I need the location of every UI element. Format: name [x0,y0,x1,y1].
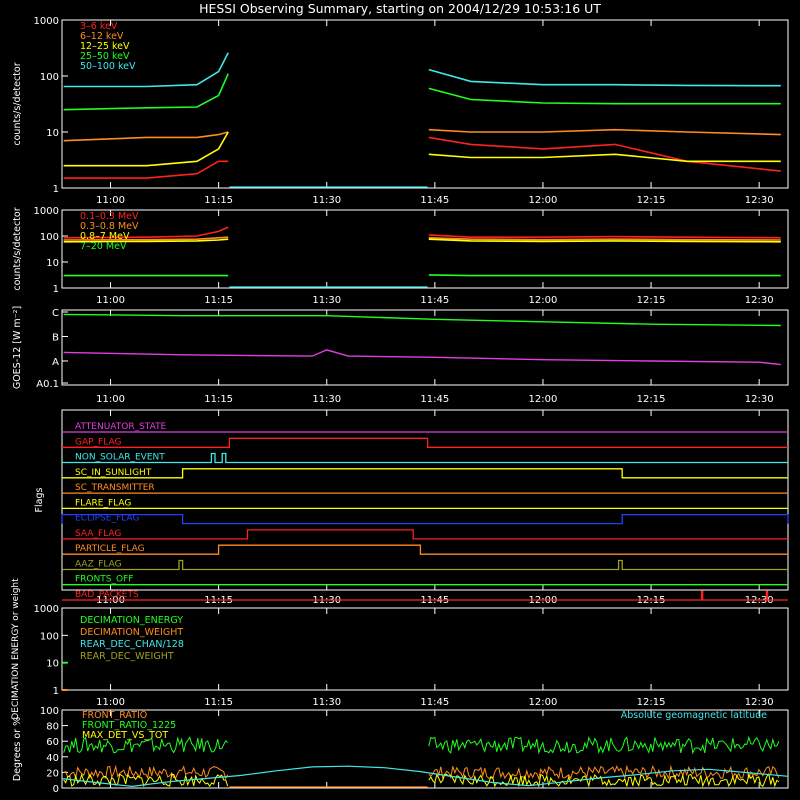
x-tick-label: 12:15 [637,195,666,206]
y-axis-label: Degrees or % [12,717,23,781]
y-tick-label: 0 [53,784,59,795]
flag-line [62,468,788,479]
series-line-1-5 [63,52,781,88]
flag-label: ECLIPSE_FLAG [75,514,139,524]
y-tick-label: 60 [46,737,59,748]
hessi-summary-figure: HESSI Observing Summary, starting on 200… [11,1,789,795]
x-tick-label: 11:15 [204,195,233,206]
x-tick-label: 12:30 [745,697,774,708]
series-line-2-4 [63,274,781,277]
flag-line [61,513,789,525]
x-tick-label: 11:45 [420,697,449,708]
flag-line [62,544,788,555]
x-tick-label: 11:00 [96,697,125,708]
flag-label: SAA_FLAG [75,529,121,539]
y-tick-label: 1000 [34,604,59,615]
y-tick-label: 100 [40,706,59,717]
flag-line [62,529,788,540]
y-tick-label: 1 [53,686,59,697]
y-tick-label: 40 [46,753,59,764]
y-axis-label: GOES-12 [W m⁻²] [12,306,23,389]
y-tick-label: 100 [40,232,59,243]
x-tick-label: 12:15 [637,295,666,306]
x-tick-label: 12:30 [745,295,774,306]
x-tick-label: 12:30 [745,394,774,405]
y-axis-label: DECIMATION ENERGY or weight [11,578,21,720]
legend-entry: DECIMATION_WEIGHT [80,627,183,638]
y-axis-label: Flags [34,487,45,512]
x-tick-label: 11:15 [204,394,233,405]
flag-label: PARTICLE_FLAG [75,544,145,554]
x-tick-label: 11:00 [96,394,125,405]
goes-series-2 [63,349,781,366]
y-tick-label: 1 [53,184,59,195]
y-tick-label: 10 [46,128,59,139]
x-tick-label: 12:00 [529,295,558,306]
flag-line [62,437,788,448]
legend-entry: 7–20 MeV [80,241,127,252]
x-tick-label: 12:00 [529,697,558,708]
flag-label: FLARE_FLAG [75,498,131,508]
x-tick-label: 11:45 [420,295,449,306]
series-line-1-2 [63,128,781,142]
legend-entry: MAX_DET_VS_TOT [82,730,168,741]
y-axis-label: counts/s/detector [12,207,23,290]
y-tick-label: 100 [40,72,59,83]
x-tick-label: 12:15 [637,697,666,708]
x-tick-label: 11:30 [312,394,341,405]
x-tick-label: 11:45 [420,394,449,405]
flag-label: SC_IN_SUNLIGHT [75,468,152,478]
flag-label: ATTENUATOR_STATE [75,422,167,432]
y-tick-label: 80 [46,722,59,733]
y-tick-label: A [52,357,59,368]
x-tick-label: 12:30 [745,195,774,206]
y-tick-label: 1000 [34,206,59,217]
flag-label: BAD_PACKETS [75,590,139,600]
legend-entry: REAR_DEC_CHAN/128 [80,639,184,650]
x-tick-label: 11:00 [96,295,125,306]
x-tick-label: 12:00 [529,394,558,405]
y-tick-label: A0.1 [36,379,59,390]
y-tick-label: 10 [46,659,59,670]
x-tick-label: 12:15 [637,394,666,405]
flag-label: GAP_FLAG [75,437,121,447]
legend-entry: 50–100 keV [80,61,136,72]
goes-series-1 [63,313,781,327]
series-line-2-1 [63,226,781,239]
ratio-series-2 [63,735,780,755]
figure-title: HESSI Observing Summary, starting on 200… [199,1,601,16]
geomag-annotation: Absolute geomagnetic latitude [621,710,767,721]
flag-line [62,452,788,464]
hessi-summary-page: HESSI Observing Summary, starting on 200… [0,0,800,800]
y-tick-label: 1 [53,284,59,295]
flag-label: NON_SOLAR_EVENT [75,453,165,463]
y-tick-label: 1000 [34,16,59,27]
series-line-1-4 [63,73,781,111]
series-line-1-1 [63,136,781,179]
x-tick-label: 11:15 [204,697,233,708]
y-axis-label: counts/s/detector [12,62,23,145]
legend-entry: REAR_DEC_WEIGHT [80,651,174,662]
x-tick-label: 12:00 [529,195,558,206]
x-tick-label: 11:00 [96,195,125,206]
y-tick-label: 10 [46,258,59,269]
x-tick-label: 11:30 [312,295,341,306]
legend-entry: DECIMATION_ENERGY [80,615,183,626]
ratio-series-3 [63,772,780,788]
panel-frame-3 [61,309,789,386]
y-tick-label: B [52,332,59,343]
y-tick-label: 100 [40,631,59,642]
flag-label: FRONTS_OFF [75,575,133,585]
panel-frame-4 [61,409,789,591]
flag-label: AAZ_FLAG [75,559,122,569]
x-tick-label: 11:30 [312,195,341,206]
flag-label: SC_TRANSMITTER [75,483,155,493]
x-tick-label: 11:15 [204,295,233,306]
flag-line [62,559,788,571]
x-tick-label: 11:30 [312,697,341,708]
x-tick-label: 11:45 [420,195,449,206]
y-tick-label: 20 [46,768,59,779]
y-tick-label: C [52,308,59,319]
